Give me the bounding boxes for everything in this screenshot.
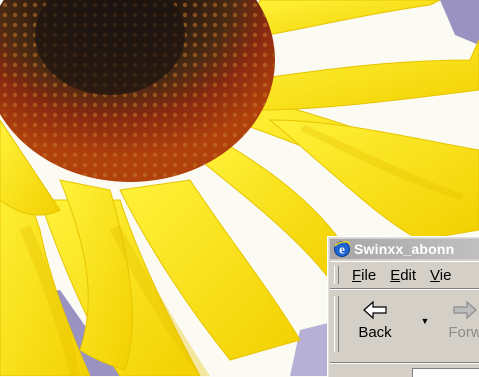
- menu-item-label: dit: [400, 266, 417, 284]
- forward-label: Forw: [448, 324, 479, 341]
- window-title: Swinxx_abonn: [354, 241, 455, 257]
- menu-item-view[interactable]: Vie: [423, 267, 458, 284]
- back-arrow-icon: [363, 300, 387, 320]
- menu-mnemonic: F: [352, 266, 362, 284]
- menu-item-file[interactable]: File: [345, 267, 383, 284]
- title-bar[interactable]: e Swinxx_abonn: [330, 239, 479, 259]
- chevron-down-icon[interactable]: ▼: [420, 316, 430, 326]
- menu-item-edit[interactable]: Edit: [383, 267, 423, 284]
- browser-window: e Swinxx_abonn File Edit Vie Back ▼ Forw: [327, 236, 479, 377]
- forward-button: Forw: [434, 294, 479, 354]
- ie-icon: e: [334, 241, 351, 257]
- menu-mnemonic: V: [430, 266, 440, 284]
- forward-arrow-icon: [453, 300, 477, 320]
- menu-bar-grip[interactable]: [334, 266, 339, 284]
- toolbar-grip[interactable]: [334, 296, 339, 352]
- menu-item-label: ile: [361, 266, 377, 284]
- menu-bar: File Edit Vie: [330, 261, 479, 289]
- toolbar: Back ▼ Forw: [330, 289, 479, 363]
- back-label: Back: [358, 324, 392, 341]
- back-button[interactable]: Back: [344, 294, 406, 354]
- menu-item-label: ie: [439, 266, 452, 284]
- svg-text:e: e: [339, 242, 345, 257]
- menu-mnemonic: E: [390, 266, 401, 284]
- address-bar: [330, 363, 479, 377]
